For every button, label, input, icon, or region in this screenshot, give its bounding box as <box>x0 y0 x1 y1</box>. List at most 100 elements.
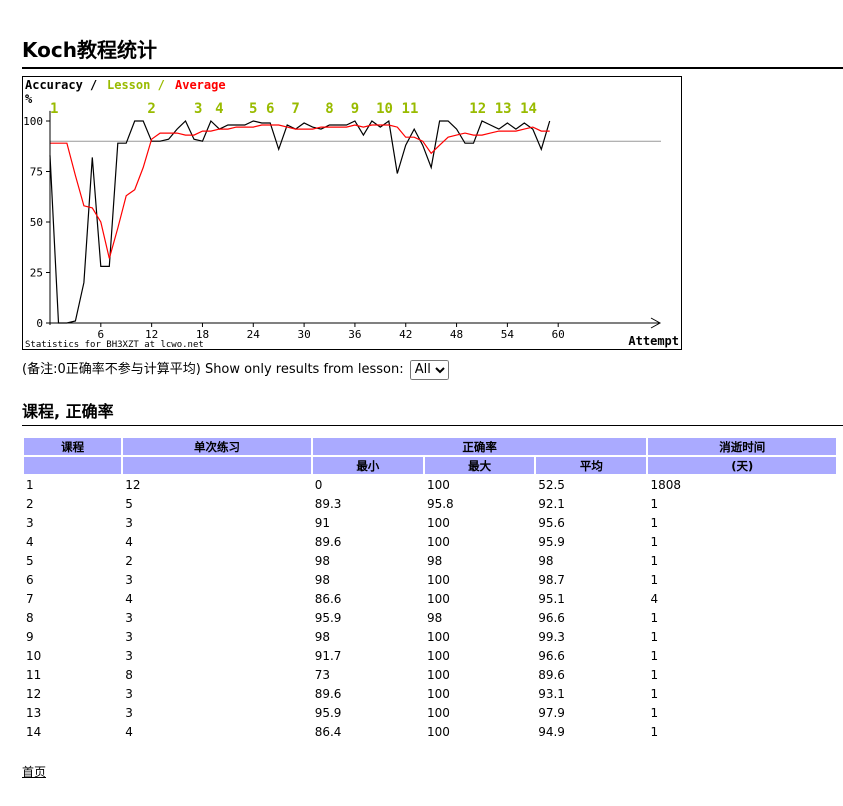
cell-attempts: 3 <box>125 648 133 663</box>
cell-days: 1 <box>650 610 659 625</box>
cell-days: 1 <box>650 705 659 720</box>
header-accuracy: 正确率 <box>312 438 647 455</box>
table-row: 2 5 89.3 95.8 92.1 1 <box>24 495 836 512</box>
cell-max: 95.8 <box>426 496 454 511</box>
legend-average: Average <box>175 78 226 92</box>
cell-lesson: 11 <box>26 667 42 682</box>
lesson-mark: 7 <box>291 101 299 117</box>
cell-days: 1 <box>650 686 659 701</box>
table-row: 7 4 86.6 100 95.1 4 <box>24 590 836 607</box>
lesson-mark: 6 <box>266 101 274 117</box>
cell-days: 1 <box>650 629 659 644</box>
cell-lesson: 1 <box>26 477 34 492</box>
x-tick-label: 42 <box>399 328 412 341</box>
cell-avg: 96.6 <box>538 648 565 663</box>
cell-lesson: 8 <box>26 610 34 625</box>
chart-footer: Statistics for BH3XZT at lcwo.net <box>25 340 204 349</box>
cell-lesson: 4 <box>26 534 34 549</box>
filter-label: Show only results from lesson: <box>204 362 404 377</box>
cell-lesson: 14 <box>26 724 42 739</box>
y-axis-unit: % <box>25 92 33 106</box>
header-avg: 平均 <box>536 457 647 474</box>
cell-max: 100 <box>426 534 450 549</box>
header-days: (天) <box>648 457 836 474</box>
x-axis-title: Attempt <box>628 334 679 348</box>
x-tick-label: 60 <box>552 328 565 341</box>
cell-max: 100 <box>426 705 450 720</box>
cell-min: 91.7 <box>314 648 342 663</box>
cell-days: 1 <box>650 553 659 568</box>
cell-min: 89.6 <box>314 534 342 549</box>
legend-accuracy: Accuracy / <box>25 78 97 92</box>
x-tick-label: 54 <box>501 328 515 341</box>
cell-days: 4 <box>650 591 659 606</box>
cell-lesson: 13 <box>26 705 42 720</box>
cell-min: 89.6 <box>314 686 342 701</box>
cell-avg: 95.1 <box>538 591 565 606</box>
cell-attempts: 5 <box>125 496 133 511</box>
cell-min: 73 <box>314 667 330 682</box>
lesson-mark: 13 <box>495 101 512 117</box>
cell-lesson: 5 <box>26 553 34 568</box>
header-max: 最大 <box>424 457 535 474</box>
cell-avg: 52.5 <box>538 477 565 492</box>
cell-attempts: 4 <box>125 591 133 606</box>
cell-min: 98 <box>314 553 330 568</box>
table-row: 12 3 89.6 100 93.1 1 <box>24 685 836 702</box>
table-row: 9 3 98 100 99.3 1 <box>24 628 836 645</box>
cell-lesson: 3 <box>26 515 34 530</box>
cell-max: 100 <box>426 629 450 644</box>
cell-min: 86.4 <box>314 724 342 739</box>
cell-attempts: 2 <box>125 553 133 568</box>
cell-attempts: 4 <box>125 724 133 739</box>
cell-days: 1 <box>650 724 659 739</box>
cell-days: 1 <box>650 572 659 587</box>
header-elapsed: 消逝时间 <box>648 438 836 455</box>
cell-min: 86.6 <box>314 591 342 606</box>
cell-days: 1808 <box>650 477 682 492</box>
lesson-mark: 12 <box>469 101 486 117</box>
cell-max: 100 <box>426 515 450 530</box>
cell-max: 100 <box>426 686 450 701</box>
lesson-mark: 2 <box>147 101 155 117</box>
lesson-mark: 14 <box>520 101 537 117</box>
cell-lesson: 7 <box>26 591 34 606</box>
lesson-mark: 8 <box>325 101 333 117</box>
cell-max: 98 <box>426 553 443 568</box>
table-subheader-row: 最小 最大 平均 (天) <box>24 457 836 474</box>
table-row: 14 4 86.4 100 94.9 1 <box>24 723 836 740</box>
subheader-empty <box>123 457 311 474</box>
table-row: 1 12 0 100 52.5 1808 <box>24 476 836 493</box>
cell-lesson: 10 <box>26 648 42 663</box>
cell-attempts: 3 <box>125 572 133 587</box>
table-row: 10 3 91.7 100 96.6 1 <box>24 647 836 664</box>
cell-lesson: 2 <box>26 496 34 511</box>
cell-avg: 98.7 <box>538 572 565 587</box>
y-tick-label: 25 <box>30 267 43 280</box>
cell-min: 95.9 <box>314 610 342 625</box>
cell-avg: 96.6 <box>538 610 565 625</box>
cell-min: 98 <box>314 629 330 644</box>
cell-min: 98 <box>314 572 330 587</box>
cell-days: 1 <box>650 496 659 511</box>
subheader-empty <box>24 457 122 474</box>
cell-attempts: 3 <box>125 515 133 530</box>
x-tick-label: 48 <box>450 328 463 341</box>
lesson-mark: 10 <box>376 101 393 117</box>
cell-lesson: 12 <box>26 686 42 701</box>
cell-min: 91 <box>314 515 330 530</box>
filter-note: (备注:0正确率不参与计算平均) <box>22 362 201 377</box>
legend-lesson: Lesson / <box>107 78 165 92</box>
chart-svg: 02550751006 12 18 24 30 36 42 48 54 60 1234567891… <box>23 78 679 349</box>
x-tick-label: 36 <box>348 328 361 341</box>
cell-min: 89.3 <box>314 496 342 511</box>
lesson-mark: 1 <box>50 101 58 117</box>
cell-days: 1 <box>650 648 659 663</box>
lesson-select[interactable]: All <box>409 359 449 380</box>
cell-max: 100 <box>426 591 450 606</box>
home-link[interactable]: 首页 <box>22 763 46 780</box>
cell-avg: 89.6 <box>538 667 565 682</box>
table-row: 6 3 98 100 98.7 1 <box>24 571 836 588</box>
x-tick-label: 30 <box>297 328 310 341</box>
cell-max: 100 <box>426 648 450 663</box>
